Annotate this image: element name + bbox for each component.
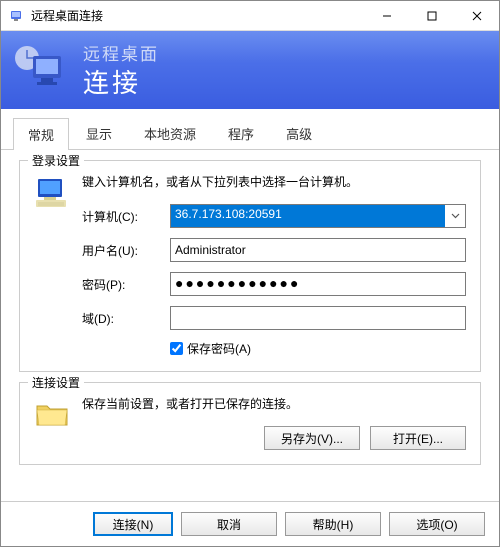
tab-content: 登录设置 键入计算机名，或者从下拉列表中选择一台计算机。 计算机(C): 36.… xyxy=(1,150,499,501)
banner-title: 连接 xyxy=(83,63,159,100)
minimize-button[interactable] xyxy=(364,1,409,30)
tab-display[interactable]: 显示 xyxy=(71,117,127,149)
maximize-icon xyxy=(427,11,437,21)
banner: 远程桌面 连接 xyxy=(1,31,499,109)
close-button[interactable] xyxy=(454,1,499,30)
tab-general[interactable]: 常规 xyxy=(13,118,69,150)
conn-group-title: 连接设置 xyxy=(28,374,84,391)
login-group-title: 登录设置 xyxy=(28,152,84,169)
computer-label: 计算机(C): xyxy=(82,208,170,225)
domain-input[interactable] xyxy=(170,306,466,330)
login-settings-group: 登录设置 键入计算机名，或者从下拉列表中选择一台计算机。 计算机(C): 36.… xyxy=(19,160,481,372)
close-icon xyxy=(472,11,482,21)
tab-programs[interactable]: 程序 xyxy=(213,117,269,149)
banner-text: 远程桌面 连接 xyxy=(83,40,159,100)
options-button[interactable]: 选项(O) xyxy=(389,512,485,536)
tab-local-resources[interactable]: 本地资源 xyxy=(129,117,211,149)
window-title: 远程桌面连接 xyxy=(31,7,364,24)
password-input[interactable]: ●●●●●●●●●●●● xyxy=(170,272,466,296)
help-button[interactable]: 帮助(H) xyxy=(285,512,381,536)
username-input[interactable] xyxy=(170,238,466,262)
titlebar: 远程桌面连接 xyxy=(1,1,499,31)
computer-combo[interactable]: 36.7.173.108:20591 xyxy=(170,204,466,228)
connect-button[interactable]: 连接(N) xyxy=(93,512,173,536)
combo-dropdown-button[interactable] xyxy=(445,205,465,227)
minimize-icon xyxy=(382,11,392,21)
open-button[interactable]: 打开(E)... xyxy=(370,426,466,450)
tab-strip: 常规 显示 本地资源 程序 高级 xyxy=(1,109,499,150)
connection-settings-group: 连接设置 保存当前设置，或者打开已保存的连接。 另存为(V)... 打开(E).… xyxy=(19,382,481,465)
window-controls xyxy=(364,1,499,30)
conn-instruction: 保存当前设置，或者打开已保存的连接。 xyxy=(82,395,466,412)
save-as-button[interactable]: 另存为(V)... xyxy=(264,426,360,450)
app-icon xyxy=(9,8,25,24)
chevron-down-icon xyxy=(451,213,460,219)
banner-computer-icon xyxy=(13,42,69,98)
maximize-button[interactable] xyxy=(409,1,454,30)
password-label: 密码(P): xyxy=(82,276,170,293)
save-password-label: 保存密码(A) xyxy=(187,340,251,357)
login-instruction: 键入计算机名，或者从下拉列表中选择一台计算机。 xyxy=(82,173,466,190)
banner-subtitle: 远程桌面 xyxy=(83,40,159,65)
dialog-buttons: 连接(N) 取消 帮助(H) 选项(O) xyxy=(1,501,499,546)
computer-icon xyxy=(34,175,70,211)
save-password-checkbox[interactable] xyxy=(170,342,183,355)
domain-label: 域(D): xyxy=(82,310,170,327)
folder-icon xyxy=(34,397,70,433)
cancel-button[interactable]: 取消 xyxy=(181,512,277,536)
username-label: 用户名(U): xyxy=(82,242,170,259)
tab-advanced[interactable]: 高级 xyxy=(271,117,327,149)
rdc-window: 远程桌面连接 远程桌面 连接 常规 显示 本地资源 程序 高级 登录设置 xyxy=(0,0,500,547)
computer-input[interactable]: 36.7.173.108:20591 xyxy=(171,205,445,227)
